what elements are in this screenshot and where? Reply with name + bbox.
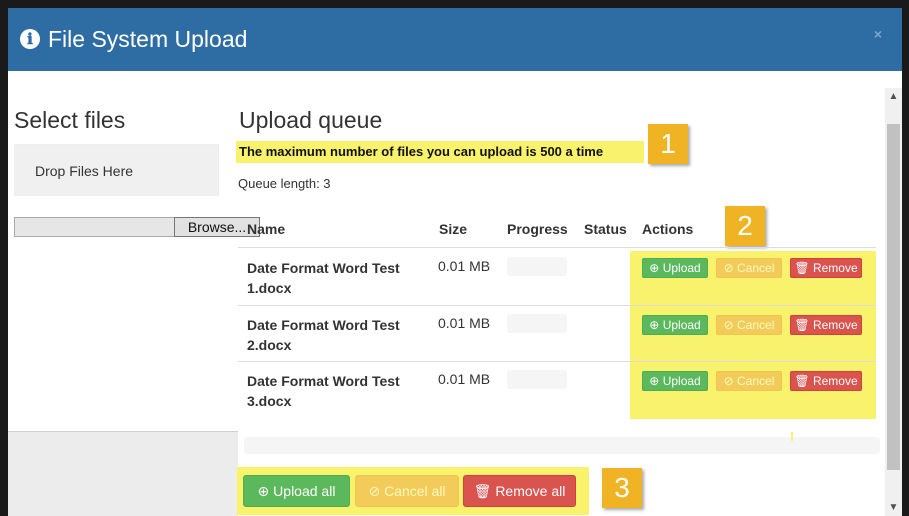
cancel-icon: ⊘ xyxy=(723,374,734,388)
upload-all-button[interactable]: ⊕ Upload all xyxy=(243,475,350,507)
trash-icon: 🗑 xyxy=(473,484,492,500)
upload-icon: ⊕ xyxy=(257,484,270,500)
cancel-icon: ⊘ xyxy=(723,318,734,332)
row-progress-bar xyxy=(507,257,567,276)
cancel-all-button[interactable]: ⊘ Cancel all xyxy=(355,475,459,507)
cancel-icon: ⊘ xyxy=(368,484,381,500)
modal-header: ℹ File System Upload × xyxy=(8,8,902,71)
progress-marker xyxy=(791,432,793,441)
scroll-up-icon[interactable]: ▲ xyxy=(885,88,902,105)
max-files-note-text: The maximum number of files you can uplo… xyxy=(239,144,604,159)
row-remove-button[interactable]: 🗑 Remove xyxy=(790,371,862,391)
scroll-thumb[interactable] xyxy=(887,124,900,470)
vertical-scrollbar[interactable]: ▲ ▼ xyxy=(885,88,902,516)
info-icon: ℹ xyxy=(20,29,40,49)
row-upload-button[interactable]: ⊕ Upload xyxy=(642,315,708,335)
file-name: Date Format Word Test 1.docx xyxy=(247,260,400,296)
row-upload-button[interactable]: ⊕ Upload xyxy=(642,258,708,278)
file-size: 0.01 MB xyxy=(438,371,491,387)
callout-badge-3: 3 xyxy=(602,468,642,508)
column-header-name: Name xyxy=(247,221,286,237)
upload-queue-title: Upload queue xyxy=(239,107,383,133)
page-footer-band xyxy=(8,431,238,516)
table-row: Date Format Word Test 2.docx 0.01 MB ⊕ U… xyxy=(238,305,876,361)
queue-progress-bar xyxy=(244,437,880,454)
row-cancel-button[interactable]: ⊘ Cancel xyxy=(716,258,782,278)
file-name: Date Format Word Test 3.docx xyxy=(247,373,400,409)
remove-all-button[interactable]: 🗑 Remove all xyxy=(463,475,576,507)
trash-icon: 🗑 xyxy=(794,318,810,332)
column-header-progress: Progress xyxy=(507,221,568,237)
row-remove-button[interactable]: 🗑 Remove xyxy=(790,315,862,335)
modal-title: File System Upload xyxy=(48,26,248,52)
trash-icon: 🗑 xyxy=(794,374,810,388)
row-cancel-button[interactable]: ⊘ Cancel xyxy=(716,371,782,391)
column-header-size: Size xyxy=(439,221,468,237)
close-icon[interactable]: × xyxy=(874,26,882,42)
upload-icon: ⊕ xyxy=(649,261,660,275)
callout-badge-2: 2 xyxy=(725,206,765,246)
queue-length: Queue length: 3 xyxy=(238,176,331,191)
table-row: Date Format Word Test 1.docx 0.01 MB ⊕ U… xyxy=(238,248,876,304)
drop-zone[interactable]: Drop Files Here xyxy=(14,144,219,196)
trash-icon: 🗑 xyxy=(794,261,810,275)
row-upload-button[interactable]: ⊕ Upload xyxy=(642,371,708,391)
max-files-note: The maximum number of files you can uplo… xyxy=(236,141,644,163)
upload-icon: ⊕ xyxy=(649,374,660,388)
callout-badge-1: 1 xyxy=(648,124,688,164)
file-upload-modal: ℹ File System Upload × Select files Drop… xyxy=(8,8,902,516)
row-progress-bar xyxy=(507,314,567,333)
select-files-title: Select files xyxy=(14,107,126,133)
row-progress-bar xyxy=(507,370,567,389)
table-row: Date Format Word Test 3.docx 0.01 MB ⊕ U… xyxy=(238,361,876,417)
column-header-status: Status xyxy=(584,221,627,237)
row-cancel-button[interactable]: ⊘ Cancel xyxy=(716,315,782,335)
scroll-down-icon[interactable]: ▼ xyxy=(885,499,902,516)
upload-icon: ⊕ xyxy=(649,318,660,332)
row-remove-button[interactable]: 🗑 Remove xyxy=(790,258,862,278)
file-size: 0.01 MB xyxy=(438,258,491,274)
file-name: Date Format Word Test 2.docx xyxy=(247,317,400,353)
column-header-actions: Actions xyxy=(642,221,694,237)
drop-zone-label: Drop Files Here xyxy=(35,163,134,179)
file-size: 0.01 MB xyxy=(438,315,491,331)
cancel-icon: ⊘ xyxy=(723,261,734,275)
